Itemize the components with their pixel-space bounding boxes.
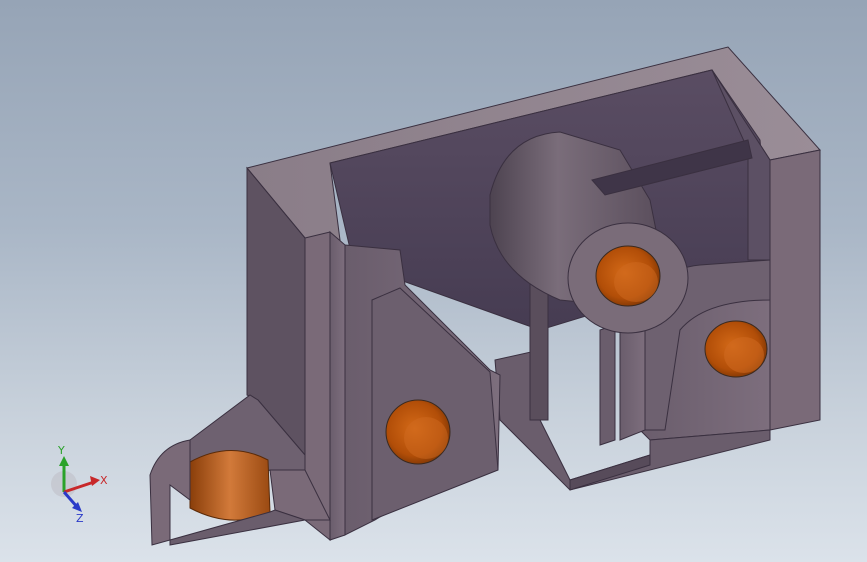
rib-pillar-center xyxy=(599,324,616,446)
y-axis-label: Y xyxy=(57,444,65,457)
y-axis-arrowhead xyxy=(59,456,69,466)
z-axis-label: Z xyxy=(76,512,84,525)
left-lug-arm xyxy=(149,439,191,546)
gusset-face xyxy=(371,287,499,521)
x-axis-label: X xyxy=(100,474,108,487)
left-upright-face xyxy=(329,230,346,541)
3d-part-model[interactable] xyxy=(0,0,867,562)
x-axis-arrowhead xyxy=(90,476,100,486)
right-end-wall xyxy=(769,149,821,431)
half-bushing xyxy=(189,450,271,521)
view-orientation-triad[interactable]: Y X Z xyxy=(40,440,120,530)
graphics-viewport[interactable]: Y X Z xyxy=(0,0,867,562)
